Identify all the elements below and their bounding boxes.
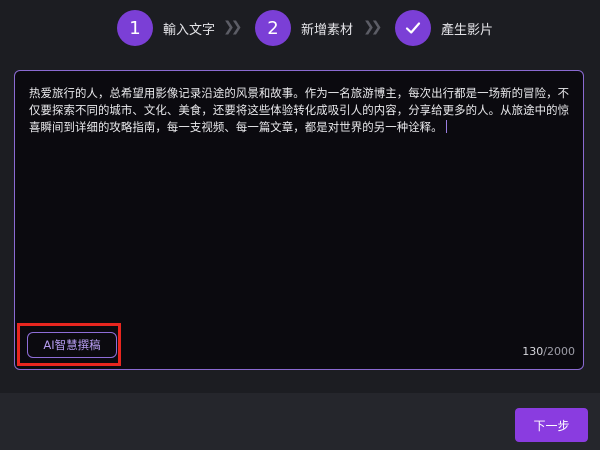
footer-bar bbox=[0, 393, 600, 450]
step-1-number: 1 bbox=[117, 10, 153, 46]
step-3-check bbox=[395, 10, 431, 46]
step-3-label: 產生影片 bbox=[441, 22, 494, 38]
ai-writing-button[interactable]: AI智慧撰稿 bbox=[27, 332, 117, 358]
step-1: 1 輸入文字 bbox=[117, 9, 215, 47]
character-limit: /2000 bbox=[543, 345, 575, 358]
next-step-button[interactable]: 下一步 bbox=[515, 408, 588, 442]
script-textarea[interactable]: 热爱旅行的人，总希望用影像记录沿途的风景和故事。作为一名旅游博主，每次出行都是一… bbox=[29, 85, 574, 136]
stepper: 1 輸入文字 ❯❯ 2 新增素材 ❯❯ 產生影片 bbox=[0, 9, 600, 49]
step-1-label: 輸入文字 bbox=[163, 22, 216, 38]
step-2-label: 新增素材 bbox=[301, 22, 354, 38]
step-3: 產生影片 bbox=[395, 9, 493, 47]
text-caret bbox=[445, 120, 447, 133]
script-text: 热爱旅行的人，总希望用影像记录沿途的风景和故事。作为一名旅游博主，每次出行都是一… bbox=[29, 86, 570, 134]
step-separator-icon: ❯❯ bbox=[223, 19, 243, 35]
page: 1 輸入文字 ❯❯ 2 新增素材 ❯❯ 產生影片 热爱旅行的人，总希望用影像记录… bbox=[0, 0, 600, 450]
step-separator-icon: ❯❯ bbox=[363, 19, 383, 35]
character-count: 130 bbox=[522, 345, 544, 358]
checkmark-icon bbox=[405, 22, 421, 34]
step-2-number: 2 bbox=[255, 10, 291, 46]
step-2: 2 新增素材 bbox=[255, 9, 353, 47]
script-editor[interactable]: 热爱旅行的人，总希望用影像记录沿途的风景和故事。作为一名旅游博主，每次出行都是一… bbox=[14, 70, 584, 370]
character-counter: 130/2000 bbox=[522, 345, 575, 358]
